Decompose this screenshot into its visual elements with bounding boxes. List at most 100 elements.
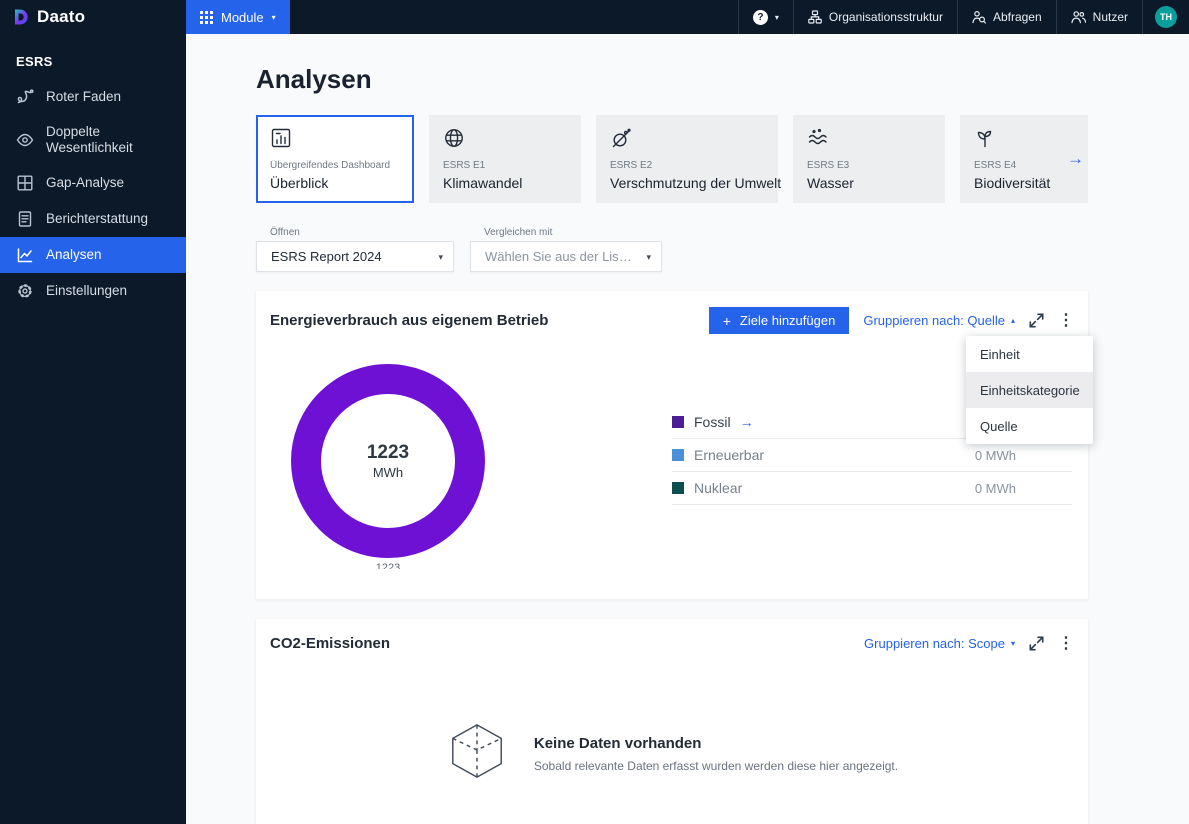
menu-item-quelle[interactable]: Quelle: [966, 408, 1093, 444]
group-by-quelle-dropdown-trigger[interactable]: Gruppieren nach: Quelle ▴: [863, 313, 1015, 328]
avatar-wrap: TH: [1142, 0, 1189, 34]
co2-card-controls: Gruppieren nach: Scope ▾ ⋮: [864, 635, 1074, 652]
tab-verschmutzung[interactable]: ESRS E2 Verschmutzung der Umwelt: [596, 115, 782, 203]
co2-card: CO2-Emissionen Gruppieren nach: Scope ▾ …: [256, 619, 1088, 824]
tab-label: Verschmutzung der Umwelt: [610, 175, 782, 191]
compare-filter: Vergleichen mit Wählen Sie aus der Liste…: [470, 227, 662, 272]
tab-klimawandel[interactable]: ESRS E1 Klimawandel: [429, 115, 581, 203]
brand-name: Daato: [37, 7, 86, 26]
sidebar-item-label: Berichterstattung: [46, 211, 149, 227]
sidebar-item-label: Einstellungen: [46, 283, 128, 299]
tab-label: Klimawandel: [443, 175, 523, 191]
sidebar-item-label: Gap-Analyse: [46, 175, 125, 191]
energy-card-header: Energieverbrauch aus eigenem Betrieb + Z…: [256, 291, 1088, 334]
sidebar-item-gap-analyse[interactable]: Gap-Analyse: [0, 165, 186, 201]
nutzer-label: Nutzer: [1092, 10, 1128, 24]
donut-clipped-label: 1223: [375, 562, 401, 569]
chevron-down-icon: ▾: [438, 251, 443, 262]
legend-value: 0 MWh: [974, 480, 1016, 496]
org-structure-label: Organisationsstruktur: [828, 10, 943, 24]
kebab-menu-button[interactable]: ⋮: [1058, 312, 1074, 329]
menu-item-einheit[interactable]: Einheit: [966, 336, 1093, 372]
chevron-down-icon: ▾: [774, 12, 779, 22]
empty-state-text: Keine Daten vorhanden Sobald relevante D…: [534, 735, 898, 773]
tab-wasser[interactable]: ESRS E3 Wasser: [793, 115, 945, 203]
expand-button[interactable]: [1029, 313, 1044, 328]
tab-label: Wasser: [807, 175, 854, 191]
compare-select[interactable]: Wählen Sie aus der Liste a... ▾: [470, 241, 662, 272]
help-menu-button[interactable]: ? ▾: [737, 0, 793, 34]
chevron-up-icon: ▴: [1010, 316, 1015, 325]
menu-item-einheitskategorie[interactable]: Einheitskategorie: [966, 372, 1093, 408]
co2-card-title: CO2-Emissionen: [270, 635, 391, 652]
line-chart-icon: [17, 248, 33, 263]
gear-icon: [18, 284, 32, 299]
arrow-right-icon[interactable]: →: [740, 414, 754, 430]
org-chart-icon: [808, 10, 822, 24]
empty-state-subtitle: Sobald relevante Daten erfasst wurden we…: [533, 758, 899, 773]
empty-cube-icon: [446, 720, 508, 787]
daato-logo-icon: [15, 9, 28, 25]
dashboard-tabs: Übergreifendes Dashboard Überblick ESRS …: [256, 115, 1088, 203]
topbar: Daato Module ▾ ? ▾ Organisationsstruktur: [0, 0, 1189, 34]
donut-total-value: 1223: [366, 442, 410, 463]
plus-icon: +: [722, 312, 731, 329]
dashboard-icon: [270, 127, 400, 151]
sidebar-item-doppelte-wesentlichkeit[interactable]: Doppelte Wesentlichkeit: [0, 115, 186, 165]
donut-chart: 1223 MWh: [291, 364, 485, 558]
group-by-scope-dropdown-trigger[interactable]: Gruppieren nach: Scope ▾: [864, 636, 1015, 651]
sidebar-item-label: Roter Faden: [46, 88, 122, 104]
tab-eyebrow: ESRS E3: [807, 160, 850, 171]
module-button[interactable]: Module ▾: [186, 0, 290, 34]
page-title: Analysen: [256, 64, 372, 94]
main-content: Analysen Übergreifendes Dashboard Überbl…: [186, 34, 1189, 824]
expand-icon: [1029, 313, 1044, 328]
nutzer-button[interactable]: Nutzer: [1055, 0, 1142, 34]
open-report-value: ESRS Report 2024: [271, 249, 382, 264]
globe-icon: [443, 127, 567, 151]
co2-empty-state: Keine Daten vorhanden Sobald relevante D…: [256, 720, 1088, 787]
module-label: Module: [221, 9, 264, 25]
legend-swatch-nuklear: [672, 482, 684, 494]
sidebar-item-einstellungen[interactable]: Einstellungen: [0, 273, 186, 309]
sidebar-item-roter-faden[interactable]: Roter Faden: [0, 79, 186, 115]
co2-card-header: CO2-Emissionen Gruppieren nach: Scope ▾ …: [256, 619, 1088, 652]
open-report-select[interactable]: ESRS Report 2024 ▾: [256, 241, 454, 272]
apps-grid-icon: [200, 10, 213, 24]
compare-placeholder: Wählen Sie aus der Liste a...: [485, 249, 635, 264]
abfragen-button[interactable]: Abfragen: [956, 0, 1056, 34]
sidebar-item-analysen[interactable]: Analysen: [0, 237, 186, 274]
open-filter: Öffnen ESRS Report 2024 ▾: [256, 227, 454, 272]
tab-label: Überblick: [270, 175, 329, 191]
compare-filter-label: Vergleichen mit: [484, 227, 553, 238]
sidebar-item-berichterstattung[interactable]: Berichterstattung: [0, 201, 186, 237]
user-avatar[interactable]: TH: [1155, 6, 1177, 28]
help-icon: ?: [752, 9, 768, 25]
add-goals-button[interactable]: + Ziele hinzufügen: [708, 307, 850, 334]
tab-ueberblick[interactable]: Übergreifendes Dashboard Überblick: [256, 115, 414, 203]
brand: Daato: [0, 0, 186, 34]
users-icon: [1071, 11, 1086, 24]
expand-button[interactable]: [1029, 636, 1044, 651]
sidebar-section-title: ESRS: [16, 54, 53, 69]
sidebar: ESRS Roter Faden Doppelte Wesentlichkeit…: [0, 34, 186, 824]
topbar-right: ? ▾ Organisationsstruktur Abfragen Nutze…: [737, 0, 1189, 34]
org-structure-button[interactable]: Organisationsstruktur: [792, 0, 957, 34]
open-filter-label: Öffnen: [270, 227, 300, 238]
tab-eyebrow: ESRS E1: [443, 160, 486, 171]
energy-card-controls: + Ziele hinzufügen Gruppieren nach: Quel…: [708, 307, 1074, 334]
sidebar-item-label: Doppelte Wesentlichkeit: [46, 124, 133, 156]
plant-icon: [974, 127, 1088, 151]
kebab-menu-button[interactable]: ⋮: [1058, 635, 1074, 652]
tabs-next-arrow-button[interactable]: →: [1067, 149, 1084, 169]
eye-icon: [16, 133, 34, 147]
group-by-label: Gruppieren nach: Quelle: [863, 313, 1005, 328]
person-search-icon: [972, 10, 986, 24]
filters-row: Öffnen ESRS Report 2024 ▾ Vergleichen mi…: [256, 227, 1088, 272]
energy-card-body: 1223 MWh 1223 Fossil → Erneuerbar 0 MWh …: [256, 334, 1088, 569]
tab-eyebrow: Übergreifendes Dashboard: [270, 160, 391, 171]
group-by-dropdown-menu: Einheit Einheitskategorie Quelle: [966, 336, 1093, 444]
legend-value: 0 MWh: [974, 447, 1016, 463]
pollution-icon: [610, 127, 764, 151]
chevron-down-icon: ▾: [646, 251, 651, 262]
